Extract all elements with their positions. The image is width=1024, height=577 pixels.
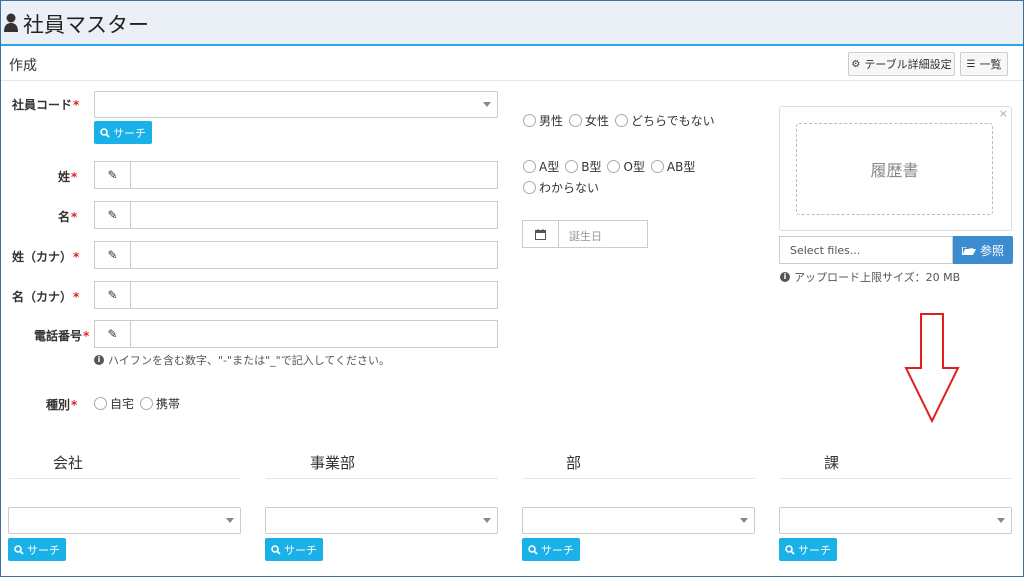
blood-radio-group: A型 B型 O型 AB型 <box>523 158 701 175</box>
section-header: 課 <box>824 454 840 472</box>
blood-radio-group-2: わからない <box>523 179 605 196</box>
arrow-down-icon <box>904 313 960 424</box>
info-icon: i <box>780 272 790 282</box>
user-icon <box>4 13 18 32</box>
department-search-button[interactable]: サーチ <box>522 538 580 561</box>
blood-radio-o[interactable]: O型 <box>607 158 645 175</box>
division-select[interactable] <box>265 507 498 534</box>
calendar-icon <box>523 221 559 247</box>
employee-code-search-button[interactable]: サーチ <box>94 121 152 144</box>
gender-radio-other[interactable]: どちらでもない <box>615 112 715 129</box>
file-input[interactable]: Select files... <box>779 236 953 264</box>
list-icon: ☰ <box>966 58 976 70</box>
divider <box>266 478 498 479</box>
search-icon <box>100 127 110 138</box>
browse-button[interactable]: 参照 <box>953 236 1013 264</box>
chevron-down-icon <box>740 518 748 523</box>
search-icon <box>528 544 538 555</box>
department-select[interactable] <box>522 507 755 534</box>
divider <box>9 478 241 479</box>
chevron-down-icon <box>997 518 1005 523</box>
search-icon <box>785 544 795 555</box>
type-radio-group: 自宅 携帯 <box>94 395 186 412</box>
pencil-icon: ✎ <box>95 162 131 188</box>
pencil-icon: ✎ <box>95 282 131 308</box>
phone-help: i ハイフンを含む数字、"-"または"_"で記入してください。 <box>94 352 390 368</box>
birthday-field[interactable]: 誕生日 <box>522 220 648 248</box>
resume-upload-preview: × 履歴書 <box>779 106 1012 231</box>
first-name-kana-field[interactable]: ✎ <box>94 281 498 309</box>
close-icon[interactable]: × <box>999 107 1008 120</box>
section-search-button[interactable]: サーチ <box>779 538 837 561</box>
chevron-down-icon <box>226 518 234 523</box>
blood-radio-a[interactable]: A型 <box>523 158 559 175</box>
folder-open-icon <box>961 246 976 255</box>
table-settings-button[interactable]: ⚙ テーブル詳細設定 <box>848 52 955 76</box>
employee-code-select[interactable] <box>94 91 498 118</box>
divider <box>523 478 755 479</box>
list-button[interactable]: ☰ 一覧 <box>960 52 1008 76</box>
first-name-kana-label: 名（カナ）* <box>12 290 80 304</box>
company-search-button[interactable]: サーチ <box>8 538 66 561</box>
resume-dropzone[interactable]: 履歴書 <box>796 123 993 215</box>
blood-radio-unknown[interactable]: わからない <box>523 179 599 196</box>
first-name-field[interactable]: ✎ <box>94 201 498 229</box>
division-search-button[interactable]: サーチ <box>265 538 323 561</box>
pencil-icon: ✎ <box>95 202 131 228</box>
page-title: 社員マスター <box>23 13 149 37</box>
birthday-placeholder: 誕生日 <box>569 230 602 243</box>
gender-radio-female[interactable]: 女性 <box>569 112 609 129</box>
department-header: 部 <box>566 454 582 472</box>
first-name-label: 名* <box>58 210 78 224</box>
chevron-down-icon <box>483 518 491 523</box>
info-icon: i <box>94 355 104 365</box>
search-icon <box>271 544 281 555</box>
gender-radio-group: 男性 女性 どちらでもない <box>523 112 721 129</box>
type-label: 種別* <box>46 398 78 412</box>
upload-limit: i アップロード上限サイズ：20 MB <box>780 269 960 285</box>
last-name-kana-label: 姓（カナ）* <box>12 250 80 264</box>
type-radio-mobile[interactable]: 携帯 <box>140 395 180 412</box>
pencil-icon: ✎ <box>95 321 131 347</box>
blood-radio-ab[interactable]: AB型 <box>650 158 695 175</box>
last-name-kana-field[interactable]: ✎ <box>94 241 498 269</box>
divider <box>1 80 1023 81</box>
phone-label: 電話番号* <box>34 329 90 343</box>
type-radio-home[interactable]: 自宅 <box>94 395 134 412</box>
divider <box>780 478 1012 479</box>
section-select[interactable] <box>779 507 1012 534</box>
phone-field[interactable]: ✎ <box>94 320 498 348</box>
company-header: 会社 <box>53 454 84 472</box>
page-header: 社員マスター <box>1 1 1023 46</box>
employee-code-label: 社員コード* <box>12 98 80 112</box>
gear-icon: ⚙ <box>851 58 861 70</box>
pencil-icon: ✎ <box>95 242 131 268</box>
company-select[interactable] <box>8 507 241 534</box>
blood-radio-b[interactable]: B型 <box>565 158 601 175</box>
section-title: 作成 <box>9 58 37 74</box>
gender-radio-male[interactable]: 男性 <box>523 112 563 129</box>
division-header: 事業部 <box>310 454 356 472</box>
last-name-field[interactable]: ✎ <box>94 161 498 189</box>
chevron-down-icon <box>483 102 491 107</box>
search-icon <box>14 544 24 555</box>
last-name-label: 姓* <box>58 170 78 184</box>
